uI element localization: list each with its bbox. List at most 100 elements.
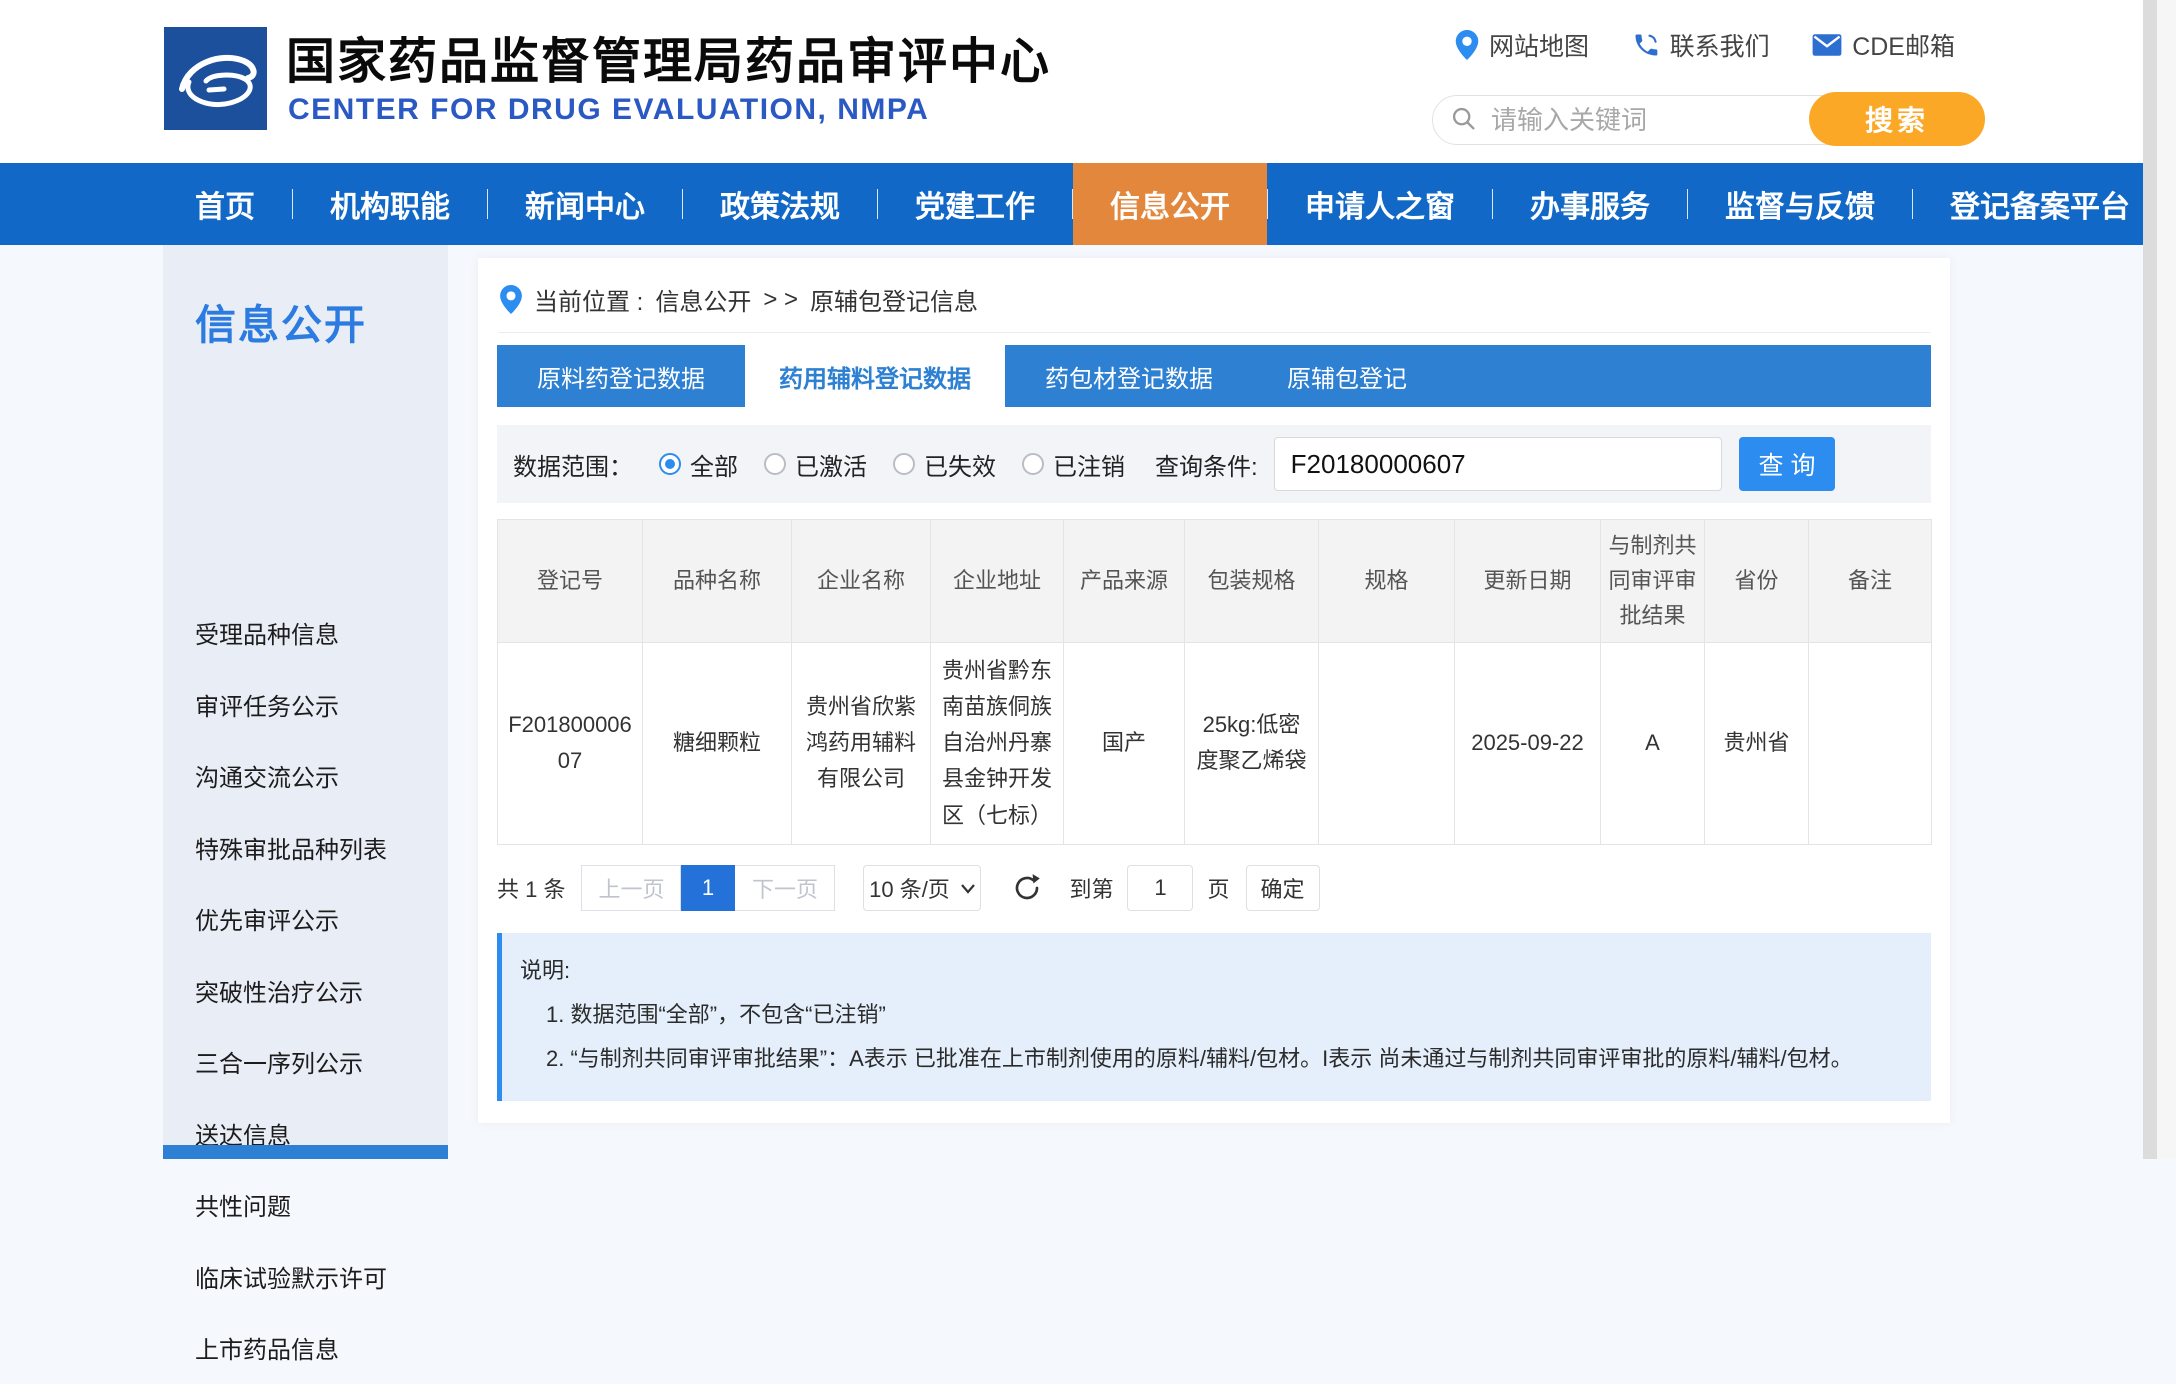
cell-province: 贵州省 xyxy=(1705,642,1809,844)
nav-item-home[interactable]: 首页 xyxy=(158,163,292,245)
query-button[interactable]: 查 询 xyxy=(1739,437,1835,491)
scrollbar[interactable] xyxy=(2143,0,2176,1159)
cell-registration-no: F20180000607 xyxy=(498,642,643,844)
main-nav: 首页 机构职能 新闻中心 政策法规 党建工作 信息公开 申请人之窗 办事服务 监… xyxy=(0,163,2176,245)
page-size-select[interactable]: 10 条/页 xyxy=(863,865,981,911)
nav-item-registration-platform[interactable]: 登记备案平台 xyxy=(1913,163,2167,245)
nav-item-news[interactable]: 新闻中心 xyxy=(488,163,682,245)
radio-all[interactable]: 全部 xyxy=(659,447,738,482)
col-product-origin: 产品来源 xyxy=(1064,520,1185,643)
sidebar-item-clinical-trial-license[interactable]: 临床试验默示许可 xyxy=(163,1241,448,1313)
nav-item-policies[interactable]: 政策法规 xyxy=(683,163,877,245)
prev-page-button[interactable]: 上一页 xyxy=(581,865,681,911)
query-input[interactable] xyxy=(1274,437,1722,491)
cell-variety-name: 糖细颗粒 xyxy=(643,642,792,844)
table-row: F20180000607 糖细颗粒 贵州省欣紫鸿药用辅料有限公司 贵州省黔东南苗… xyxy=(498,642,1932,844)
site-title: 国家药品监督管理局药品审评中心 xyxy=(286,22,1051,93)
chevron-down-icon xyxy=(960,883,976,894)
sidebar: 信息公开 受理品种信息 审评任务公示 沟通交流公示 特殊审批品种列表 优先审评公… xyxy=(163,245,448,1159)
radio-icon xyxy=(764,453,786,475)
tab-bar: 原料药登记数据 药用辅料登记数据 药包材登记数据 原辅包登记 xyxy=(497,345,1931,407)
confirm-button[interactable]: 确定 xyxy=(1246,865,1320,911)
note-item-1: 1. 数据范围“全部”，不包含“已注销” xyxy=(520,993,1907,1037)
scope-label: 数据范围： xyxy=(513,447,633,482)
breadcrumb-section[interactable]: 信息公开 xyxy=(655,282,751,317)
cell-packaging-spec: 25kg:低密度聚乙烯袋 xyxy=(1185,642,1319,844)
col-spec: 规格 xyxy=(1319,520,1455,643)
contact-link[interactable]: 联系我们 xyxy=(1632,27,1770,63)
nav-item-info-disclosure[interactable]: 信息公开 xyxy=(1073,163,1267,245)
cde-logo-icon xyxy=(164,27,267,130)
radio-cancelled[interactable]: 已注销 xyxy=(1022,447,1125,482)
col-remark: 备注 xyxy=(1809,520,1932,643)
cell-update-date: 2025-09-22 xyxy=(1455,642,1601,844)
search-button[interactable]: 搜索 xyxy=(1809,92,1985,146)
col-packaging-spec: 包装规格 xyxy=(1185,520,1319,643)
tab-packaging-data[interactable]: 药包材登记数据 xyxy=(1011,345,1247,407)
col-registration-no: 登记号 xyxy=(498,520,643,643)
nav-item-services[interactable]: 办事服务 xyxy=(1493,163,1687,245)
page-1-button[interactable]: 1 xyxy=(681,865,735,911)
notes-panel: 说明: 1. 数据范围“全部”，不包含“已注销” 2. “与制剂共同审评审批结果… xyxy=(497,933,1931,1101)
sidebar-item-common-issues[interactable]: 共性问题 xyxy=(163,1169,448,1241)
tab-api-data[interactable]: 原料药登记数据 xyxy=(503,345,739,407)
sidebar-item-accepted-varieties[interactable]: 受理品种信息 xyxy=(163,597,448,669)
quick-links: 网站地图 联系我们 CDE邮箱 xyxy=(1455,27,1955,63)
page-size-value: 10 条/页 xyxy=(869,872,950,904)
search-icon xyxy=(1450,105,1478,133)
nav-item-functions[interactable]: 机构职能 xyxy=(293,163,487,245)
page-unit-label: 页 xyxy=(1207,872,1229,904)
col-joint-review-result: 与制剂共同审评审批结果 xyxy=(1601,520,1705,643)
sitemap-label: 网站地图 xyxy=(1489,27,1589,63)
refresh-icon[interactable] xyxy=(1011,872,1043,904)
radio-icon xyxy=(893,453,915,475)
next-page-button[interactable]: 下一页 xyxy=(735,865,835,911)
nav-item-applicant-window[interactable]: 申请人之窗 xyxy=(1268,163,1492,245)
phone-icon xyxy=(1632,31,1660,59)
cell-remark xyxy=(1809,642,1932,844)
tab-rawaux-registration[interactable]: 原辅包登记 xyxy=(1253,345,1441,407)
tab-excipient-data[interactable]: 药用辅料登记数据 xyxy=(745,345,1005,407)
filter-bar: 数据范围： 全部 已激活 已失效 已注销 查询条件: 查 询 xyxy=(497,425,1931,503)
breadcrumb-separator: > > xyxy=(763,286,798,314)
sidebar-item-marketed-drug-info[interactable]: 上市药品信息 xyxy=(163,1312,448,1384)
cell-joint-review-result: A xyxy=(1601,642,1705,844)
nav-item-party-building[interactable]: 党建工作 xyxy=(878,163,1072,245)
contact-label: 联系我们 xyxy=(1670,27,1770,63)
radio-activated[interactable]: 已激活 xyxy=(764,447,867,482)
page-buttons: 上一页 1 下一页 xyxy=(581,865,835,911)
radio-cancelled-label: 已注销 xyxy=(1053,447,1125,482)
radio-expired[interactable]: 已失效 xyxy=(893,447,996,482)
sidebar-item-communication[interactable]: 沟通交流公示 xyxy=(163,740,448,812)
sidebar-item-review-tasks[interactable]: 审评任务公示 xyxy=(163,669,448,741)
query-condition-label: 查询条件: xyxy=(1155,447,1258,482)
sidebar-item-three-in-one[interactable]: 三合一序列公示 xyxy=(163,1026,448,1098)
sidebar-item-priority-review[interactable]: 优先审评公示 xyxy=(163,883,448,955)
header-search: 搜索 xyxy=(1432,92,1985,146)
location-pin-icon xyxy=(500,285,522,314)
breadcrumb: 当前位置 : 信息公开 > > 原辅包登记信息 xyxy=(478,258,1950,317)
col-company-name: 企业名称 xyxy=(792,520,931,643)
content-card: 当前位置 : 信息公开 > > 原辅包登记信息 原料药登记数据 药用辅料登记数据… xyxy=(478,258,1950,1123)
scrollbar-thumb[interactable] xyxy=(2143,0,2157,1159)
radio-all-label: 全部 xyxy=(690,447,738,482)
radio-activated-label: 已激活 xyxy=(795,447,867,482)
sidebar-item-breakthrough-therapy[interactable]: 突破性治疗公示 xyxy=(163,955,448,1027)
site-header: 国家药品监督管理局药品审评中心 CENTER FOR DRUG EVALUATI… xyxy=(0,0,2176,163)
goto-page-input[interactable] xyxy=(1127,865,1193,911)
col-province: 省份 xyxy=(1705,520,1809,643)
col-company-address: 企业地址 xyxy=(931,520,1064,643)
sitemap-link[interactable]: 网站地图 xyxy=(1455,27,1589,63)
sidebar-item-active-partial[interactable] xyxy=(163,1145,448,1159)
total-count: 共 1 条 xyxy=(497,872,565,904)
sidebar-item-special-approval-list[interactable]: 特殊审批品种列表 xyxy=(163,812,448,884)
cell-company-address: 贵州省黔东南苗族侗族自治州丹寨县金钟开发区（七标） xyxy=(931,642,1064,844)
mail-label: CDE邮箱 xyxy=(1852,27,1955,63)
note-item-2: 2. “与制剂共同审评审批结果”：A表示 已批准在上市制剂使用的原料/辅料/包材… xyxy=(520,1037,1907,1081)
cell-product-origin: 国产 xyxy=(1064,642,1185,844)
mail-link[interactable]: CDE邮箱 xyxy=(1812,27,1955,63)
sidebar-menu: 受理品种信息 审评任务公示 沟通交流公示 特殊审批品种列表 优先审评公示 突破性… xyxy=(163,597,448,1384)
breadcrumb-prefix: 当前位置 : xyxy=(534,282,643,317)
breadcrumb-divider xyxy=(498,332,1930,333)
nav-item-supervision-feedback[interactable]: 监督与反馈 xyxy=(1688,163,1912,245)
